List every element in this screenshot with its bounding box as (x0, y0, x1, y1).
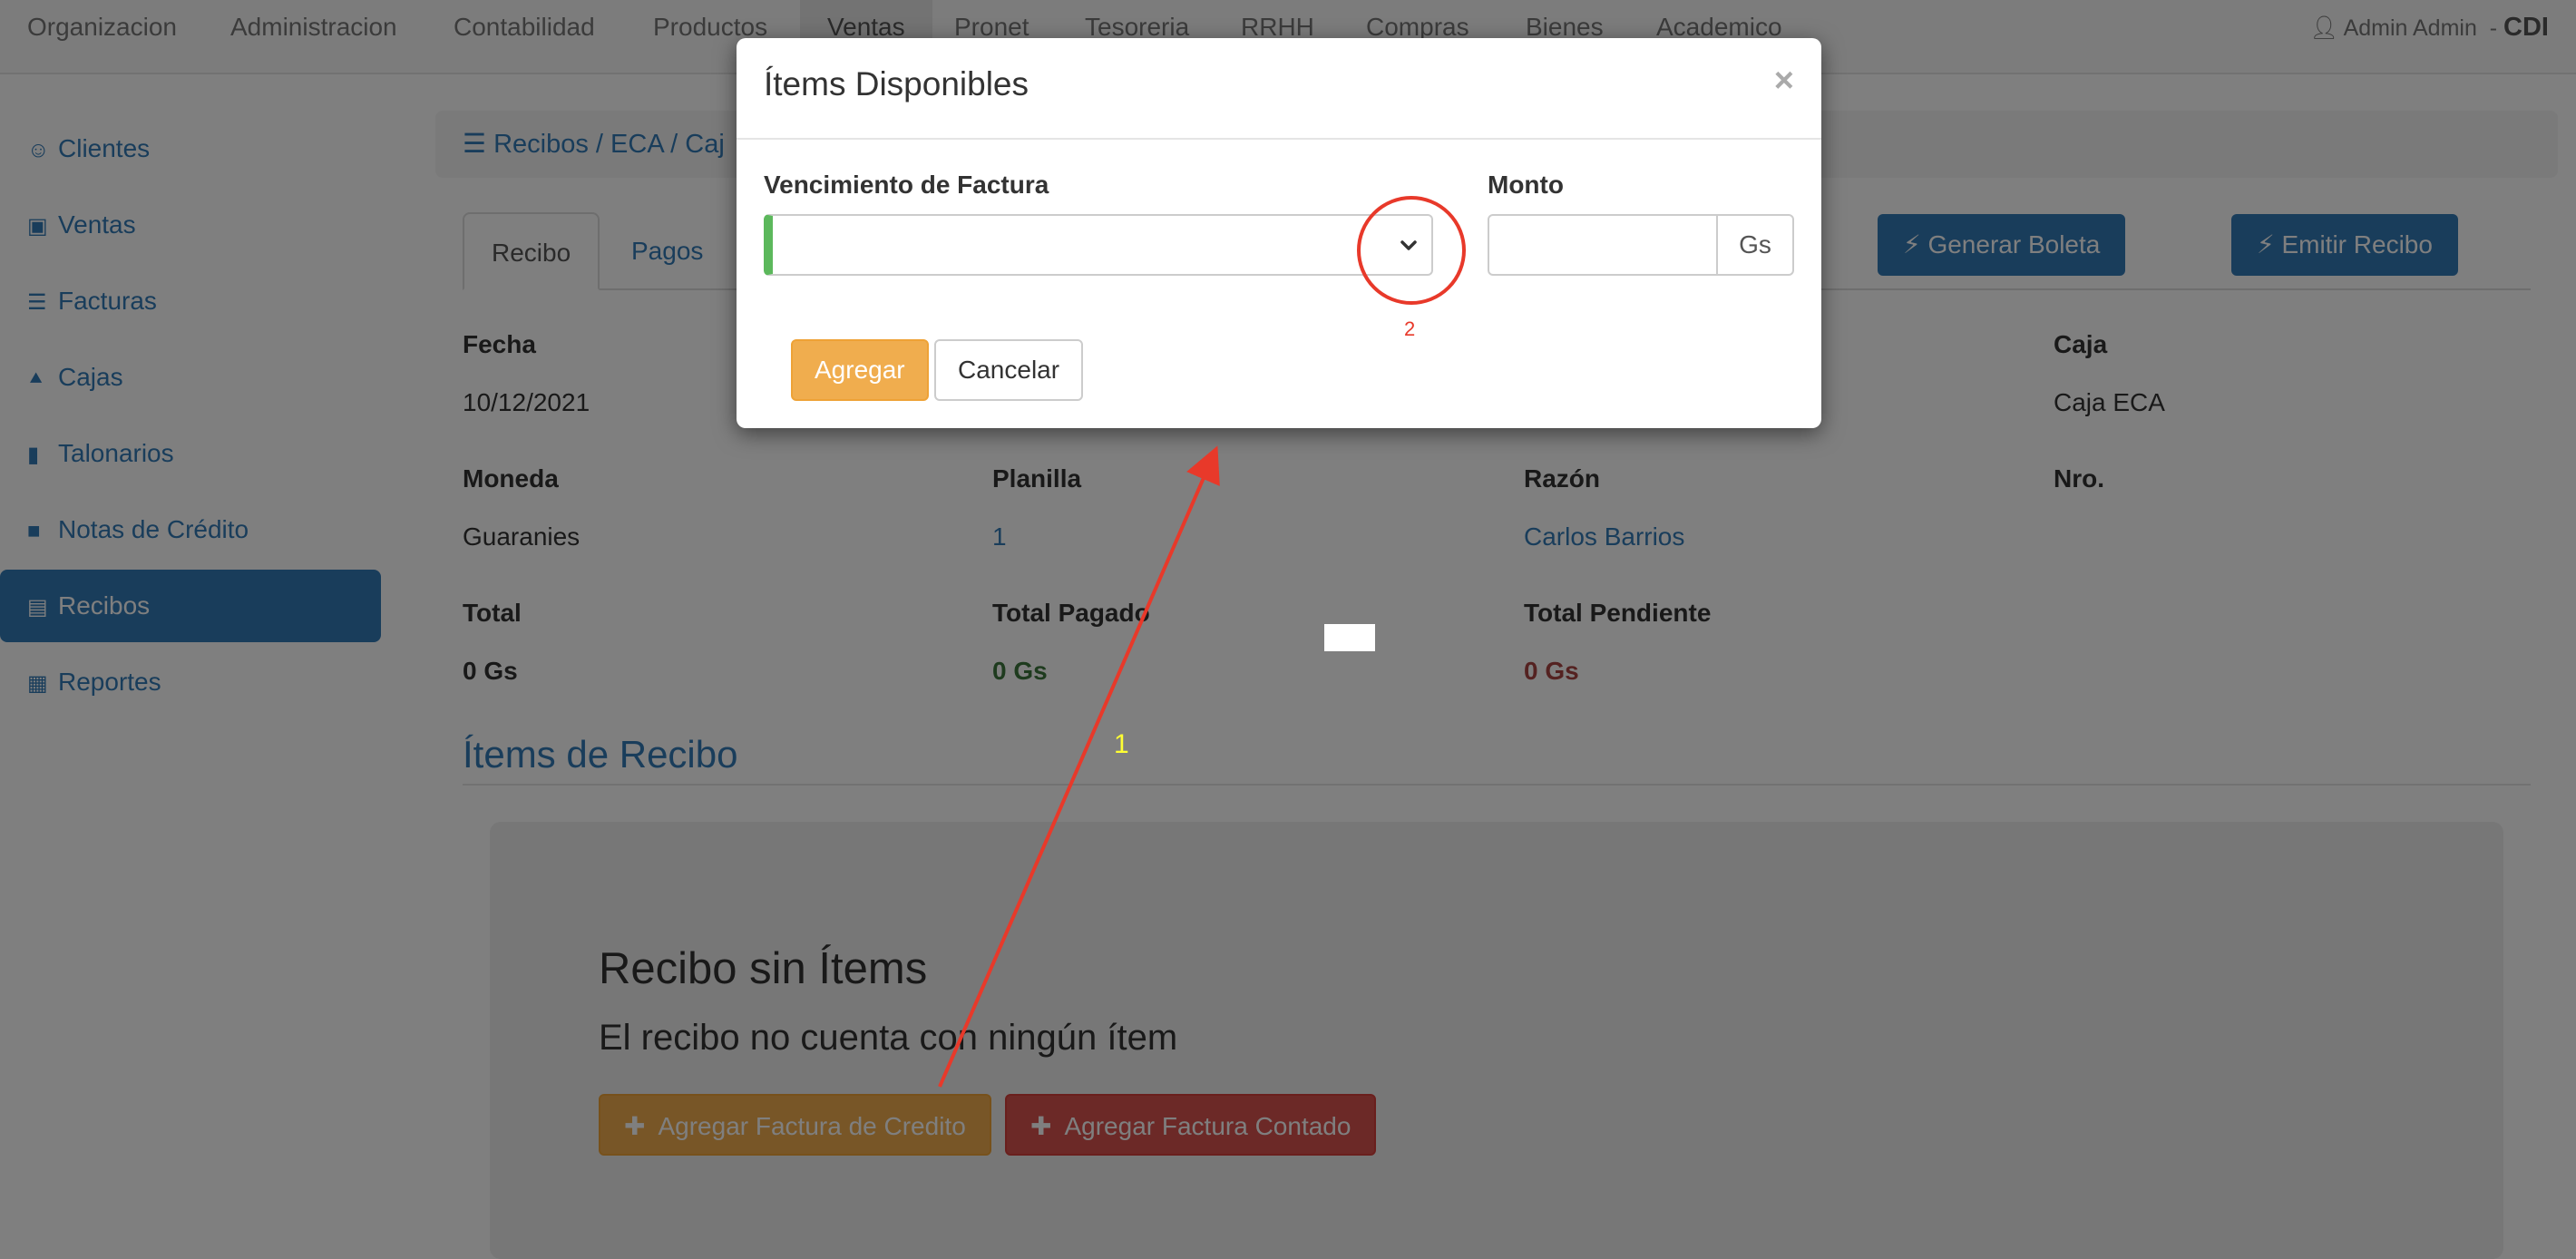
close-icon[interactable]: × (1774, 62, 1794, 101)
annotation-step-2: 2 (1404, 317, 1416, 340)
cancelar-button[interactable]: Cancelar (934, 339, 1084, 401)
vencimiento-label: Vencimiento de Factura (764, 171, 1049, 199)
monto-label: Monto (1488, 171, 1564, 199)
vencimiento-select[interactable] (764, 214, 1433, 276)
monto-input[interactable] (1488, 214, 1718, 276)
modal-header: Ítems Disponibles × (737, 38, 1821, 140)
page: Organizacion Administracion Contabilidad… (0, 0, 2576, 1259)
items-disponibles-modal: Ítems Disponibles × Vencimiento de Factu… (737, 38, 1821, 428)
chevron-down-icon[interactable] (1395, 230, 1422, 261)
modal-title: Ítems Disponibles (764, 65, 1029, 102)
redaction-box (1324, 624, 1375, 651)
currency-addon: Gs (1716, 214, 1794, 276)
annotation-step-1: 1 (1114, 729, 1129, 759)
agregar-button[interactable]: Agregar (791, 339, 929, 401)
